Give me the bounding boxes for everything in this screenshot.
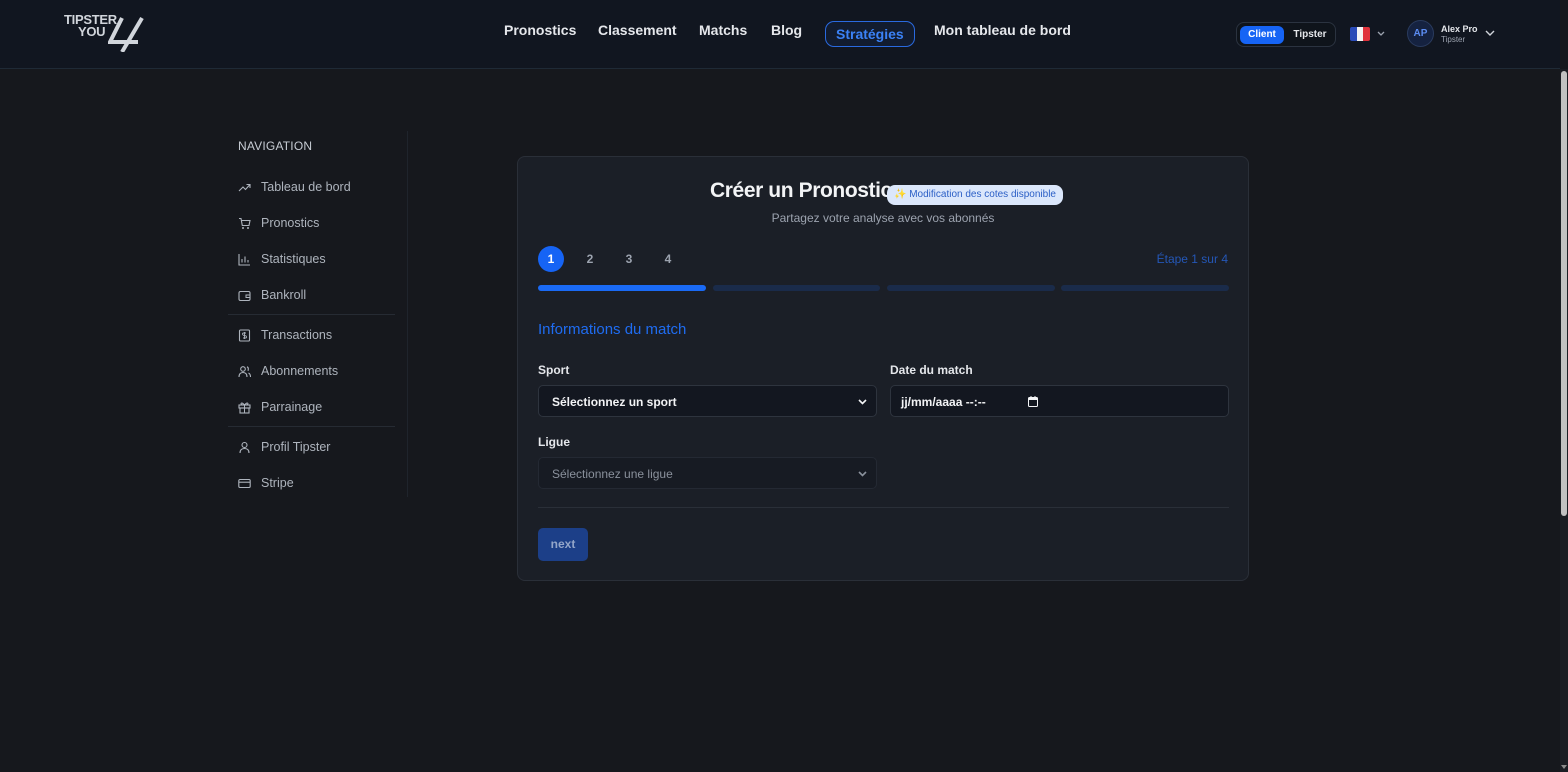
league-label: Ligue bbox=[538, 435, 570, 449]
calendar-icon[interactable] bbox=[1028, 396, 1038, 407]
scrollbar-thumb[interactable] bbox=[1561, 71, 1567, 516]
role-client-button[interactable]: Client bbox=[1240, 26, 1284, 44]
sidebar-item-statistiques[interactable]: Statistiques bbox=[238, 250, 398, 268]
nav-matchs[interactable]: Matchs bbox=[699, 22, 747, 38]
sidebar-divider bbox=[228, 314, 395, 315]
step-1[interactable]: 1 bbox=[538, 246, 564, 272]
sidebar-item-label: Tableau de bord bbox=[261, 180, 351, 194]
tipster-you-logo[interactable]: TIPSTER YOU bbox=[64, 13, 146, 54]
next-button[interactable]: next bbox=[538, 528, 588, 561]
scroll-down-arrow-icon[interactable] bbox=[1561, 765, 1567, 769]
sport-select-value: Sélectionnez un sport bbox=[552, 395, 677, 409]
credit-card-icon bbox=[238, 478, 251, 489]
sport-label: Sport bbox=[538, 363, 570, 377]
role-toggle: Client Tipster bbox=[1236, 22, 1336, 47]
odds-edit-badge: ✨ Modification des cotes disponible bbox=[887, 185, 1063, 205]
step-3[interactable]: 3 bbox=[616, 246, 642, 272]
create-pronostic-card: Créer un Pronostic ✨ Modification des co… bbox=[517, 156, 1249, 581]
dollar-receipt-icon bbox=[238, 329, 251, 342]
nav-strategies[interactable]: Stratégies bbox=[825, 21, 915, 47]
sidebar-item-pronostics[interactable]: Pronostics bbox=[238, 214, 398, 232]
user-icon bbox=[239, 441, 250, 454]
users-icon bbox=[238, 366, 251, 378]
sidebar-item-tableau-de-bord[interactable]: Tableau de bord bbox=[238, 178, 398, 196]
user-role: Tipster bbox=[1441, 35, 1466, 44]
sidebar-item-label: Profil Tipster bbox=[261, 440, 331, 454]
sidebar-item-transactions[interactable]: Transactions bbox=[238, 326, 398, 344]
chevron-down-icon bbox=[1485, 30, 1495, 36]
sidebar-item-label: Bankroll bbox=[261, 288, 307, 302]
chevron-down-icon bbox=[858, 471, 867, 477]
step-2[interactable]: 2 bbox=[577, 246, 603, 272]
trending-up-icon bbox=[238, 183, 251, 192]
fr-flag-icon bbox=[1350, 27, 1370, 41]
user-menu[interactable]: AP Alex Pro Tipster bbox=[1407, 20, 1497, 48]
wallet-icon bbox=[238, 290, 251, 302]
bar-chart-icon bbox=[238, 254, 250, 266]
chevron-down-icon bbox=[858, 399, 867, 405]
nav-mon-tableau-de-bord[interactable]: Mon tableau de bord bbox=[934, 22, 1071, 38]
step-4[interactable]: 4 bbox=[655, 246, 681, 272]
match-date-input[interactable]: jj/mm/aaaa --:-- bbox=[890, 385, 1229, 417]
progress-segment-2 bbox=[713, 285, 880, 291]
page-title: Créer un Pronostic bbox=[710, 179, 892, 202]
role-tipster-button[interactable]: Tipster bbox=[1287, 26, 1333, 44]
avatar: AP bbox=[1407, 20, 1434, 47]
date-input-value: jj/mm/aaaa --:-- bbox=[901, 395, 986, 409]
page-scrollbar[interactable] bbox=[1560, 69, 1568, 772]
gift-icon bbox=[238, 402, 251, 414]
sidebar-item-label: Stripe bbox=[261, 476, 294, 490]
sidebar-item-parrainage[interactable]: Parrainage bbox=[238, 398, 398, 416]
league-select-value: Sélectionnez une ligue bbox=[552, 467, 673, 481]
section-title: Informations du match bbox=[538, 321, 687, 338]
top-header: TIPSTER YOU Pronostics Classement Matchs… bbox=[0, 0, 1560, 69]
logo-4-mark-icon bbox=[108, 16, 144, 52]
sidebar-item-profil-tipster[interactable]: Profil Tipster bbox=[238, 438, 398, 456]
sport-select[interactable]: Sélectionnez un sport bbox=[538, 385, 877, 417]
nav-blog[interactable]: Blog bbox=[771, 22, 802, 38]
user-name: Alex Pro bbox=[1441, 24, 1478, 34]
cart-icon bbox=[239, 217, 251, 229]
chevron-down-icon bbox=[1377, 31, 1385, 36]
sidebar-item-label: Abonnements bbox=[261, 364, 339, 378]
sidebar-item-bankroll[interactable]: Bankroll bbox=[238, 286, 398, 304]
sidebar-item-label: Transactions bbox=[261, 328, 333, 342]
date-label: Date du match bbox=[890, 363, 973, 377]
sidebar-item-label: Pronostics bbox=[261, 216, 320, 230]
league-select[interactable]: Sélectionnez une ligue bbox=[538, 457, 877, 489]
sidebar-item-label: Parrainage bbox=[261, 400, 323, 414]
sidebar: NAVIGATION Tableau de bord Pronostics St… bbox=[228, 131, 408, 497]
progress-segment-1 bbox=[538, 285, 706, 291]
page-subtitle: Partagez votre analyse avec vos abonnés bbox=[771, 211, 995, 225]
progress-segment-3 bbox=[887, 285, 1055, 291]
form-divider bbox=[538, 507, 1229, 508]
sidebar-title: NAVIGATION bbox=[238, 139, 313, 153]
sidebar-item-abonnements[interactable]: Abonnements bbox=[238, 362, 398, 380]
sidebar-divider bbox=[228, 426, 395, 427]
step-indicator: Étape 1 sur 4 bbox=[1156, 252, 1228, 266]
language-selector[interactable] bbox=[1350, 27, 1386, 41]
sidebar-item-label: Statistiques bbox=[261, 252, 326, 266]
sidebar-item-stripe[interactable]: Stripe bbox=[238, 474, 398, 492]
progress-segment-4 bbox=[1061, 285, 1229, 291]
nav-pronostics[interactable]: Pronostics bbox=[504, 22, 576, 38]
nav-classement[interactable]: Classement bbox=[598, 22, 677, 38]
